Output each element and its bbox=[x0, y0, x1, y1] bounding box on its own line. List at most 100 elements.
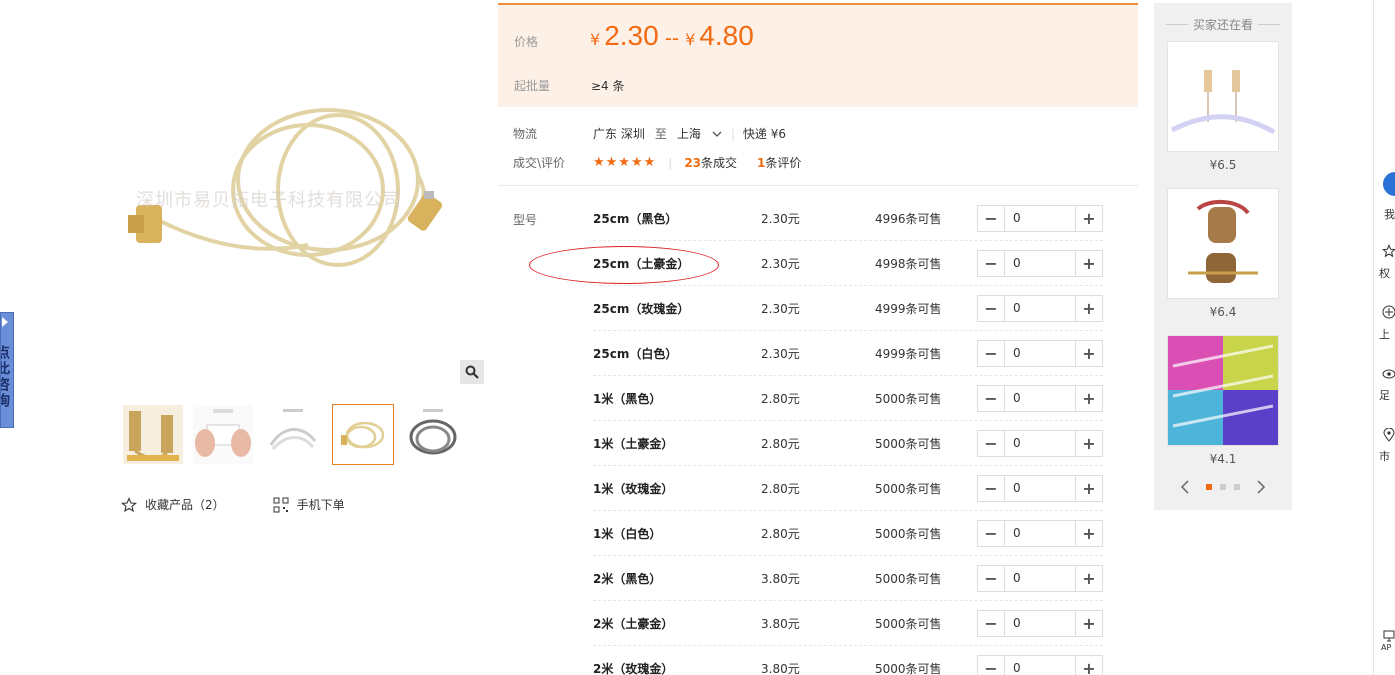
star-outline-icon[interactable] bbox=[1382, 244, 1395, 258]
increment-button[interactable]: + bbox=[1075, 340, 1102, 366]
quantity-input[interactable] bbox=[1005, 385, 1075, 411]
currency-symbol-high: ¥ bbox=[685, 30, 696, 49]
monitor-icon[interactable] bbox=[1383, 630, 1395, 642]
pager-dots bbox=[1202, 484, 1244, 490]
sidebar-item-me[interactable]: 我 bbox=[1384, 206, 1395, 222]
decrement-button[interactable]: − bbox=[978, 475, 1005, 501]
moq-label: 起批量 bbox=[514, 79, 551, 93]
quantity-input[interactable] bbox=[1005, 610, 1075, 636]
sku-price: 2.80元 bbox=[761, 391, 800, 406]
increment-button[interactable]: + bbox=[1075, 610, 1102, 636]
thumbnail-5[interactable] bbox=[402, 404, 464, 465]
decrement-button[interactable]: − bbox=[978, 250, 1005, 276]
quantity-input[interactable] bbox=[1005, 565, 1075, 591]
quantity-stepper: −+ bbox=[977, 294, 1103, 322]
recommend-image[interactable] bbox=[1167, 188, 1279, 299]
recommend-item-3[interactable]: ¥4.1 bbox=[1167, 335, 1279, 466]
recommend-image[interactable] bbox=[1167, 335, 1279, 446]
quantity-input[interactable] bbox=[1005, 340, 1075, 366]
sku-name: 1米（土豪金） bbox=[593, 436, 674, 451]
thumbnail-1[interactable] bbox=[122, 404, 184, 465]
table-row: 25cm（白色）2.30元4999条可售−+ bbox=[593, 331, 1103, 376]
increment-button[interactable]: + bbox=[1075, 385, 1102, 411]
zoom-button[interactable] bbox=[460, 360, 484, 384]
price-range: ¥ 2.30 -- ¥ 4.80 bbox=[590, 20, 754, 52]
sku-price: 2.30元 bbox=[761, 211, 800, 226]
deal-count: 23 bbox=[684, 156, 702, 170]
pager-dot[interactable] bbox=[1206, 484, 1212, 490]
increment-button[interactable]: + bbox=[1075, 205, 1102, 231]
sidebar-item-new[interactable]: 上 bbox=[1379, 326, 1390, 342]
recommend-panel: 买家还在看 ¥6.5 ¥6.4 ¥4.1 bbox=[1154, 3, 1292, 510]
chevron-right-icon[interactable] bbox=[1256, 479, 1266, 495]
favorite-product-button[interactable]: 收藏产品（2） bbox=[121, 496, 225, 513]
decrement-button[interactable]: − bbox=[978, 655, 1005, 675]
quantity-input[interactable] bbox=[1005, 205, 1075, 231]
location-pin-icon[interactable] bbox=[1382, 428, 1395, 442]
decrement-button[interactable]: − bbox=[978, 340, 1005, 366]
quantity-input[interactable] bbox=[1005, 250, 1075, 276]
sku-price: 2.80元 bbox=[761, 481, 800, 496]
thumbnail-3[interactable] bbox=[262, 404, 324, 465]
consult-side-tab[interactable]: 点此咨询 bbox=[0, 312, 14, 428]
price-high: 4.80 bbox=[699, 20, 754, 51]
sidebar-item-rights[interactable]: 权 bbox=[1379, 265, 1390, 281]
avatar[interactable] bbox=[1383, 172, 1395, 196]
decrement-button[interactable]: − bbox=[978, 385, 1005, 411]
sku-stock: 5000条可售 bbox=[875, 526, 942, 541]
sidebar-item-history[interactable]: 足 bbox=[1379, 387, 1390, 403]
deals-label: 成交\评价 bbox=[513, 156, 566, 170]
recommend-item-1[interactable]: ¥6.5 bbox=[1167, 41, 1279, 172]
quantity-stepper: −+ bbox=[977, 249, 1103, 277]
increment-button[interactable]: + bbox=[1075, 295, 1102, 321]
pager-dot[interactable] bbox=[1220, 484, 1226, 490]
recommend-item-2[interactable]: ¥6.4 bbox=[1167, 188, 1279, 319]
decrement-button[interactable]: − bbox=[978, 565, 1005, 591]
increment-button[interactable]: + bbox=[1075, 430, 1102, 456]
section-divider bbox=[498, 185, 1138, 186]
increment-button[interactable]: + bbox=[1075, 565, 1102, 591]
quantity-input[interactable] bbox=[1005, 295, 1075, 321]
logistics-destination-select[interactable]: 上海 bbox=[677, 125, 723, 142]
increment-button[interactable]: + bbox=[1075, 655, 1102, 675]
quantity-input[interactable] bbox=[1005, 475, 1075, 501]
thumbnail-strip bbox=[122, 404, 472, 465]
chevron-left-icon[interactable] bbox=[1180, 479, 1190, 495]
sku-stock: 5000条可售 bbox=[875, 436, 942, 451]
eye-icon[interactable] bbox=[1382, 367, 1395, 381]
decrement-button[interactable]: − bbox=[978, 610, 1005, 636]
quantity-stepper: −+ bbox=[977, 384, 1103, 412]
recommend-image[interactable] bbox=[1167, 41, 1279, 152]
pager-dot[interactable] bbox=[1234, 484, 1240, 490]
quantity-stepper: −+ bbox=[977, 564, 1103, 592]
quantity-stepper: −+ bbox=[977, 609, 1103, 637]
star-outline-icon bbox=[121, 496, 137, 512]
quantity-input[interactable] bbox=[1005, 430, 1075, 456]
thumbnail-4[interactable] bbox=[332, 404, 394, 465]
sidebar-item-app[interactable]: AP bbox=[1381, 643, 1391, 652]
quantity-input[interactable] bbox=[1005, 655, 1075, 675]
product-actions: 收藏产品（2） 手机下单 bbox=[121, 496, 393, 513]
decrement-button[interactable]: − bbox=[978, 430, 1005, 456]
sku-price: 2.30元 bbox=[761, 346, 800, 361]
increment-button[interactable]: + bbox=[1075, 250, 1102, 276]
annotation-ellipse bbox=[529, 246, 719, 284]
sku-price: 2.30元 bbox=[761, 301, 800, 316]
review-count-link[interactable]: 1条评价 bbox=[757, 154, 801, 171]
quantity-stepper: −+ bbox=[977, 654, 1103, 675]
sidebar-item-market[interactable]: 市 bbox=[1379, 448, 1390, 464]
deal-count-link[interactable]: 23条成交 bbox=[684, 154, 737, 171]
sku-price: 2.80元 bbox=[761, 436, 800, 451]
mobile-order-button[interactable]: 手机下单 bbox=[273, 496, 345, 513]
decrement-button[interactable]: − bbox=[978, 295, 1005, 321]
recommend-pager bbox=[1180, 479, 1266, 495]
sku-stock: 5000条可售 bbox=[875, 616, 942, 631]
plus-circle-icon[interactable] bbox=[1382, 305, 1395, 319]
decrement-button[interactable]: − bbox=[978, 520, 1005, 546]
increment-button[interactable]: + bbox=[1075, 475, 1102, 501]
quantity-input[interactable] bbox=[1005, 520, 1075, 546]
decrement-button[interactable]: − bbox=[978, 205, 1005, 231]
logistics-method: 快递 ¥6 bbox=[742, 127, 786, 141]
increment-button[interactable]: + bbox=[1075, 520, 1102, 546]
thumbnail-2[interactable] bbox=[192, 404, 254, 465]
